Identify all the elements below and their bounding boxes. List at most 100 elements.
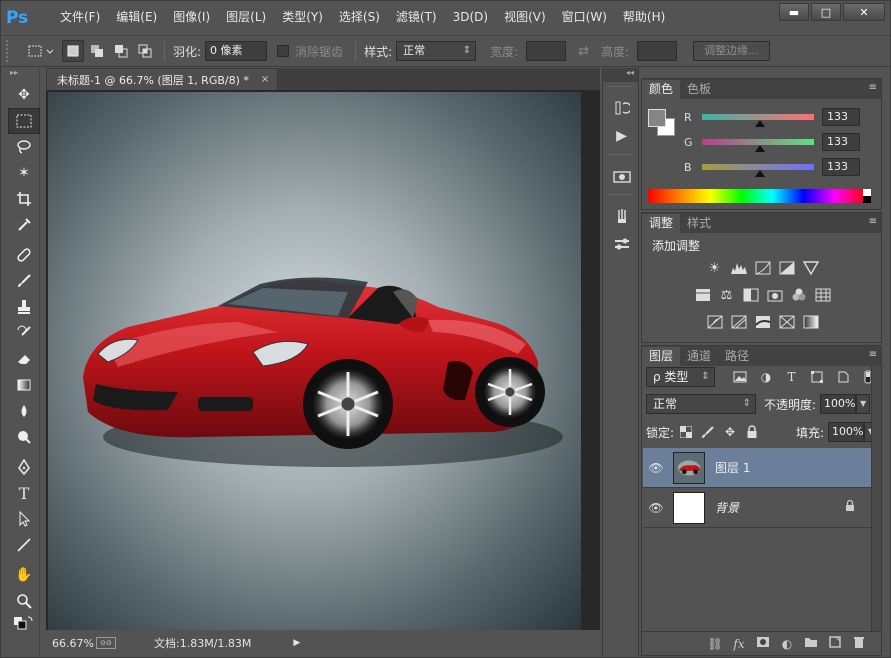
color-lookup-icon[interactable] — [813, 286, 833, 304]
menu-select[interactable]: 选择(S) — [331, 0, 388, 35]
tab-styles[interactable]: 样式 — [680, 214, 718, 233]
layers-scrollbar[interactable] — [871, 366, 881, 632]
color-spectrum-ramp[interactable] — [648, 189, 866, 203]
tab-paths[interactable]: 路径 — [718, 347, 756, 366]
gradient-tool-icon[interactable] — [8, 372, 40, 398]
channel-mixer-icon[interactable] — [789, 286, 809, 304]
slider-g-track[interactable] — [702, 139, 814, 152]
history-panel-icon[interactable] — [603, 94, 640, 122]
eraser-tool-icon[interactable] — [8, 346, 40, 372]
tab-channels[interactable]: 通道 — [680, 347, 718, 366]
brush-presets-icon[interactable] — [603, 202, 640, 230]
pen-tool-icon[interactable] — [8, 454, 40, 480]
color-swatches-icon[interactable] — [8, 614, 40, 640]
tool-presets-icon[interactable] — [603, 230, 640, 258]
lock-all-icon[interactable] — [742, 423, 762, 441]
fill-input[interactable]: 100% — [828, 422, 864, 442]
status-menu-arrow-icon[interactable]: ▶ — [293, 638, 300, 648]
tab-adjustments[interactable]: 调整 — [642, 214, 681, 233]
layer1-name[interactable]: 图层 1 — [715, 459, 750, 476]
feather-input[interactable]: 0 像素 — [205, 41, 268, 61]
path-selection-tool-icon[interactable] — [8, 506, 40, 532]
maximize-button[interactable]: □ — [811, 3, 841, 21]
menu-3d[interactable]: 3D(D) — [445, 0, 496, 35]
adjustments-panel-menu-icon[interactable]: ≡ — [869, 216, 877, 227]
slider-r-value[interactable]: 133 — [822, 108, 860, 126]
posterize-icon[interactable] — [729, 313, 749, 331]
link-layers-icon[interactable]: ⛓ — [703, 637, 727, 651]
blur-tool-icon[interactable] — [8, 398, 40, 424]
add-selection-button[interactable] — [86, 40, 108, 62]
brush-tool-icon[interactable] — [8, 268, 40, 294]
options-grip[interactable] — [6, 40, 12, 62]
clone-stamp-tool-icon[interactable] — [8, 294, 40, 320]
filter-smart-object-icon[interactable] — [833, 368, 853, 386]
blend-mode-select[interactable]: 正常 — [646, 394, 756, 414]
tab-color[interactable]: 颜色 — [642, 80, 681, 99]
zoom-tool-icon[interactable] — [8, 588, 40, 614]
opacity-dropdown-icon[interactable]: ▼ — [856, 394, 871, 414]
visibility-eye-icon[interactable]: 👁 — [643, 461, 669, 475]
tab-layers[interactable]: 图层 — [642, 347, 681, 366]
status-info-icon[interactable]: ⊙⊙ — [96, 637, 116, 649]
vibrance-icon[interactable] — [801, 259, 821, 277]
subtract-selection-button[interactable] — [110, 40, 132, 62]
magic-wand-tool-icon[interactable]: ✶ — [8, 160, 40, 186]
menu-window[interactable]: 窗口(W) — [554, 0, 615, 35]
style-select[interactable]: 正常 — [396, 41, 477, 61]
move-tool-icon[interactable]: ✥ — [8, 82, 40, 108]
healing-brush-tool-icon[interactable] — [8, 242, 40, 268]
black-white-icon[interactable] — [741, 286, 761, 304]
add-mask-icon[interactable] — [751, 636, 775, 651]
new-layer-icon[interactable] — [823, 636, 847, 651]
mini-collapse-icon[interactable]: ◂◂ — [603, 68, 638, 82]
lasso-tool-icon[interactable] — [8, 134, 40, 160]
height-input[interactable] — [637, 41, 678, 61]
color-panel-menu-icon[interactable]: ≡ — [869, 82, 877, 93]
exposure-icon[interactable] — [777, 259, 797, 277]
minimize-button[interactable]: ▬ — [779, 3, 809, 21]
slider-b-thumb[interactable] — [755, 170, 766, 177]
hue-saturation-icon[interactable] — [693, 286, 713, 304]
lock-position-icon[interactable]: ✥ — [720, 423, 740, 441]
foreground-color-swatch[interactable] — [648, 109, 666, 127]
photo-filter-icon[interactable] — [765, 286, 785, 304]
opacity-input[interactable]: 100% — [820, 394, 857, 414]
crop-tool-icon[interactable] — [8, 186, 40, 212]
menu-file[interactable]: 文件(F) — [52, 0, 108, 35]
layers-panel-menu-icon[interactable]: ≡ — [869, 349, 877, 360]
selective-color-icon[interactable] — [777, 313, 797, 331]
lock-transparent-icon[interactable] — [676, 423, 696, 441]
dodge-tool-icon[interactable] — [8, 424, 40, 450]
new-selection-button[interactable] — [62, 40, 84, 62]
document-tab[interactable]: 未标题-1 @ 66.7% (图层 1, RGB/8) * × — [46, 68, 279, 90]
slider-g-value[interactable]: 133 — [822, 133, 860, 151]
close-button[interactable]: ✕ — [843, 3, 885, 21]
slider-g-thumb[interactable] — [755, 145, 766, 152]
color-balance-icon[interactable]: ⚖ — [717, 286, 737, 304]
visibility-eye-icon[interactable]: 👁 — [643, 501, 669, 515]
menu-view[interactable]: 视图(V) — [496, 0, 554, 35]
slider-b-value[interactable]: 133 — [822, 158, 860, 176]
threshold-icon[interactable] — [753, 313, 773, 331]
filter-pixel-icon[interactable] — [731, 368, 751, 386]
marquee-preset-picker[interactable] — [24, 40, 60, 62]
swap-icon[interactable]: ⇄ — [578, 44, 589, 59]
zoom-level[interactable]: 66.67% — [52, 637, 96, 650]
width-input[interactable] — [526, 41, 567, 61]
menu-edit[interactable]: 编辑(E) — [108, 0, 165, 35]
info-panel-icon[interactable] — [603, 162, 640, 190]
actions-play-icon[interactable]: ▶ — [603, 122, 640, 150]
document-tab-close-icon[interactable]: × — [261, 74, 269, 85]
hand-tool-icon[interactable]: ✋ — [8, 562, 40, 588]
menu-filter[interactable]: 滤镜(T) — [388, 0, 445, 35]
document-canvas[interactable] — [48, 92, 581, 630]
layer-filter-select[interactable]: ρ 类型 — [646, 367, 715, 387]
gradient-map-icon[interactable] — [801, 313, 821, 331]
filter-shape-icon[interactable] — [807, 368, 827, 386]
lock-image-icon[interactable] — [698, 423, 718, 441]
layer-row-layer1[interactable]: 👁 图层 1 — [643, 448, 871, 488]
levels-icon[interactable] — [729, 259, 749, 277]
curves-icon[interactable] — [753, 259, 773, 277]
background-name[interactable]: 背景 — [715, 499, 739, 516]
